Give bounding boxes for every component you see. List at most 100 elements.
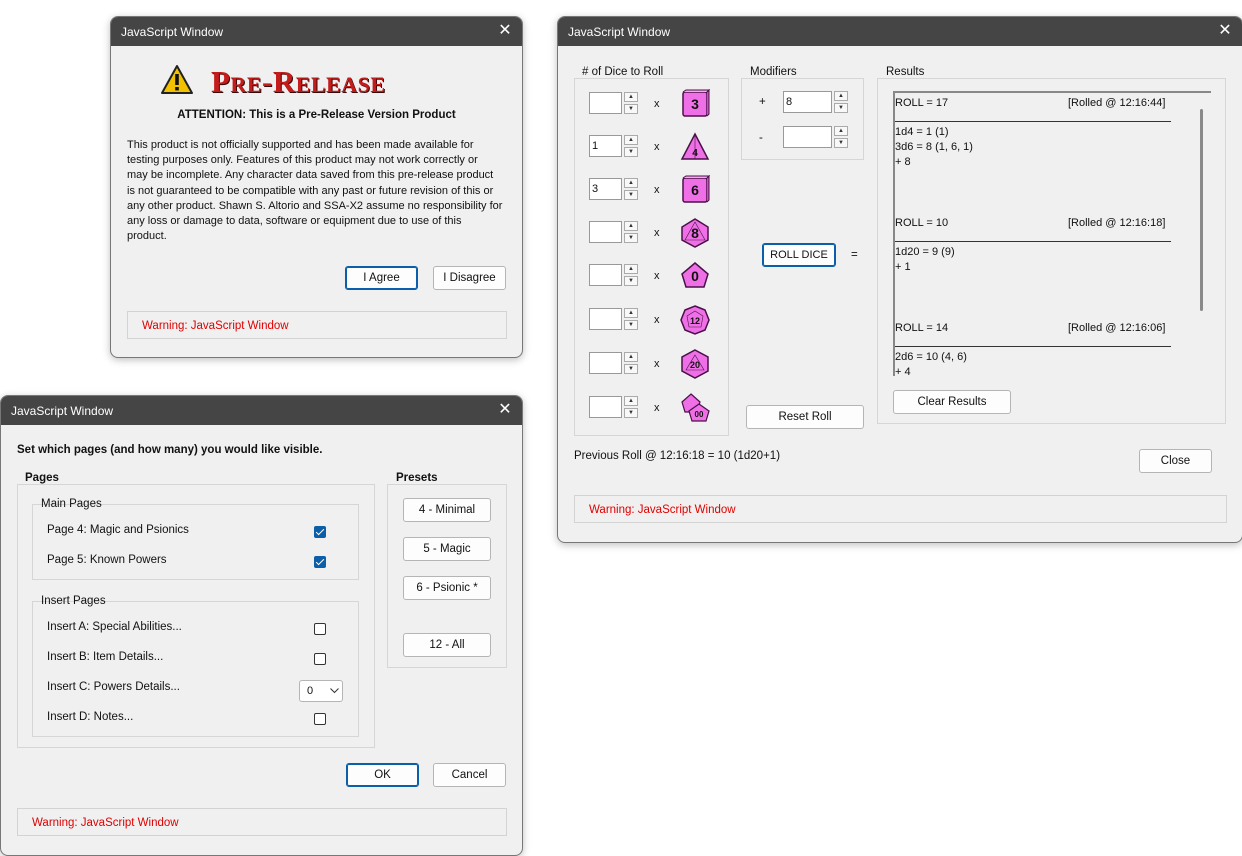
svg-text:0: 0: [691, 268, 699, 284]
insert-count-select[interactable]: 0: [299, 680, 343, 702]
chevron-down-icon: [330, 688, 339, 694]
dice-count-input[interactable]: [589, 221, 622, 243]
insert-page-checkbox[interactable]: [314, 653, 326, 665]
dice-count-input[interactable]: 3: [589, 178, 622, 200]
title-bar[interactable]: JavaScript Window ✕: [111, 17, 522, 46]
spin-up-icon[interactable]: ▲: [624, 92, 638, 102]
spin-down-icon[interactable]: ▼: [624, 320, 638, 330]
d12-die-icon[interactable]: 12: [680, 305, 710, 335]
svg-text:3: 3: [691, 96, 699, 112]
result-divider: [895, 346, 1171, 347]
close-icon[interactable]: ✕: [492, 19, 518, 43]
spin-down-icon[interactable]: ▼: [834, 103, 848, 113]
d4-die-icon[interactable]: 4: [680, 132, 710, 162]
result-detail-line: + 1: [895, 261, 911, 273]
main-page-checkbox[interactable]: [314, 526, 326, 538]
reset-roll-button[interactable]: Reset Roll: [746, 405, 864, 429]
spin-up-icon[interactable]: ▲: [624, 221, 638, 231]
dice-window: JavaScript Window ✕ # of Dice to Roll ▲ ▼…: [557, 16, 1242, 543]
spin-down-icon[interactable]: ▼: [624, 276, 638, 286]
main-page-checkbox[interactable]: [314, 556, 326, 568]
spin-down-icon[interactable]: ▼: [624, 104, 638, 114]
warning-icon: [161, 65, 193, 94]
dice-count-spinner[interactable]: ▲ ▼: [589, 92, 639, 116]
ok-button[interactable]: OK: [346, 763, 419, 787]
preset-all-button[interactable]: 12 - All: [403, 633, 491, 657]
spin-up-icon[interactable]: ▲: [624, 178, 638, 188]
warning-bar: Warning: JavaScript Window: [127, 311, 507, 339]
spin-down-icon[interactable]: ▼: [624, 408, 638, 418]
spin-up-icon[interactable]: ▲: [834, 91, 848, 101]
dice-count-spinner[interactable]: ▲ ▼: [589, 264, 639, 288]
disclaimer-text: This product is not officially supported…: [127, 138, 502, 244]
spin-down-icon[interactable]: ▼: [624, 190, 638, 200]
dice-count-spinner[interactable]: ▲ ▼: [589, 221, 639, 245]
main-pages-title: Main Pages: [41, 498, 102, 510]
insert-page-checkbox[interactable]: [314, 713, 326, 725]
plus-modifier-input[interactable]: 8: [783, 91, 832, 113]
title-bar[interactable]: JavaScript Window ✕: [558, 17, 1242, 46]
agree-button[interactable]: I Agree: [345, 266, 418, 290]
results-list[interactable]: ROLL = 17 [Rolled @ 12:16:44] 1d4 = 1 (1) 3…: [893, 91, 1211, 376]
spin-down-icon[interactable]: ▼: [624, 147, 638, 157]
roll-dice-button[interactable]: ROLL DICE: [762, 243, 836, 267]
spin-up-icon[interactable]: ▲: [624, 352, 638, 362]
close-icon[interactable]: ✕: [492, 398, 518, 422]
preset-psionic-button[interactable]: 6 - Psionic *: [403, 576, 491, 600]
spin-up-icon[interactable]: ▲: [624, 396, 638, 406]
dice-count-input[interactable]: [589, 352, 622, 374]
spin-down-icon[interactable]: ▼: [624, 233, 638, 243]
cancel-button[interactable]: Cancel: [433, 763, 506, 787]
dice-count-spinner[interactable]: ▲ ▼: [589, 352, 639, 376]
spin-up-icon[interactable]: ▲: [624, 264, 638, 274]
spin-down-icon[interactable]: ▼: [624, 364, 638, 374]
warning-text: Warning: JavaScript Window: [32, 817, 179, 829]
disclaimer-line: any other product. Shawn S. Altorio and …: [127, 199, 503, 212]
dice-count-input[interactable]: [589, 92, 622, 114]
svg-text:4: 4: [692, 148, 698, 159]
preset-minimal-button[interactable]: 4 - Minimal: [403, 498, 491, 522]
minus-modifier-spinner[interactable]: ▲ ▼: [783, 126, 848, 150]
result-roll-total: ROLL = 14: [895, 322, 949, 334]
dice-count-input[interactable]: [589, 264, 622, 286]
d20-die-icon[interactable]: 20: [680, 349, 710, 379]
d3-die-icon[interactable]: 3: [680, 88, 711, 119]
dice-count-input[interactable]: [589, 396, 622, 418]
disclaimer-line: testing purposes only. Features of this …: [127, 154, 478, 167]
results-scrollbar[interactable]: [1200, 109, 1203, 311]
clear-results-button[interactable]: Clear Results: [893, 390, 1011, 414]
multiply-sign: x: [654, 184, 660, 196]
dice-count-spinner[interactable]: ▲ ▼: [589, 396, 639, 420]
spin-up-icon[interactable]: ▲: [834, 126, 848, 136]
modifiers-title: Modifiers: [750, 66, 797, 78]
insert-page-checkbox[interactable]: [314, 623, 326, 635]
plus-modifier-spinner[interactable]: 8 ▲ ▼: [783, 91, 848, 115]
minus-modifier-input[interactable]: [783, 126, 832, 148]
dice-count-spinner[interactable]: ▲ ▼: [589, 308, 639, 332]
result-timestamp: [Rolled @ 12:16:06]: [1068, 322, 1166, 334]
result-divider: [895, 241, 1171, 242]
dice-count-input[interactable]: 1: [589, 135, 622, 157]
close-button[interactable]: Close: [1139, 449, 1212, 473]
spin-down-icon[interactable]: ▼: [834, 138, 848, 148]
d100-die-icon[interactable]: 00: [680, 393, 710, 423]
close-icon[interactable]: ✕: [1212, 19, 1238, 43]
spin-up-icon[interactable]: ▲: [624, 308, 638, 318]
d6-die-icon[interactable]: 6: [680, 174, 711, 205]
insert-pages-title: Insert Pages: [41, 595, 106, 607]
multiply-sign: x: [654, 270, 660, 282]
dice-count-spinner[interactable]: 3 ▲ ▼: [589, 178, 639, 202]
preset-magic-button[interactable]: 5 - Magic: [403, 537, 491, 561]
d8-die-icon[interactable]: 8: [680, 218, 710, 248]
dice-count-spinner[interactable]: 1 ▲ ▼: [589, 135, 639, 159]
result-detail-line: 3d6 = 8 (1, 6, 1): [895, 141, 973, 153]
insert-page-label: Insert C: Powers Details...: [47, 681, 180, 693]
result-detail-line: + 4: [895, 366, 911, 376]
result-detail-line: + 8: [895, 156, 911, 168]
title-bar[interactable]: JavaScript Window ✕: [1, 396, 522, 425]
disagree-button[interactable]: I Disagree: [433, 266, 506, 290]
dice-count-input[interactable]: [589, 308, 622, 330]
d10-die-icon[interactable]: 0: [680, 261, 710, 291]
spin-up-icon[interactable]: ▲: [624, 135, 638, 145]
prerelease-logo: Pre-Release: [211, 64, 386, 100]
